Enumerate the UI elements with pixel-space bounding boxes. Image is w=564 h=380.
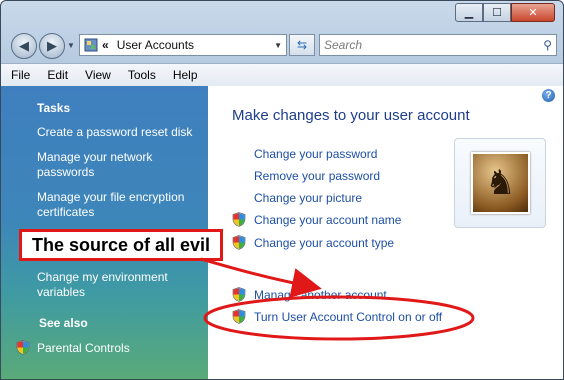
refresh-icon: ⇆ xyxy=(296,38,308,52)
page-title: Make changes to your user account xyxy=(232,107,470,124)
refresh-button[interactable]: ⇆ xyxy=(289,34,315,56)
tasks-heading: Tasks xyxy=(37,101,71,115)
address-dropdown-icon[interactable]: ▼ xyxy=(274,41,282,50)
uac-shield-icon xyxy=(232,287,246,302)
task-link-encryption-certificates[interactable]: Manage your file encryption certificates xyxy=(37,190,197,220)
action-remove-password[interactable]: Remove your password xyxy=(254,169,380,183)
task-link-environment-variables[interactable]: Change my environment variables xyxy=(37,270,197,300)
caption-buttons: ▁ ☐ ✕ xyxy=(455,3,555,22)
shield-icon xyxy=(16,340,30,358)
menu-view[interactable]: View xyxy=(78,68,118,82)
menu-file[interactable]: File xyxy=(4,68,37,82)
forward-button[interactable]: ▶ xyxy=(39,33,65,59)
action-change-account-name[interactable]: Change your account name xyxy=(254,213,401,227)
see-also-parental-controls[interactable]: Parental Controls xyxy=(37,341,197,356)
search-input[interactable]: Search ⚲ xyxy=(319,34,557,56)
menu-bar: File Edit View Tools Help xyxy=(1,63,563,87)
annotation-callout: The source of all evil xyxy=(19,229,223,261)
task-link-password-reset-disk[interactable]: Create a password reset disk xyxy=(37,125,197,140)
main-content: ? Make changes to your user account Chan… xyxy=(208,86,563,379)
task-link-network-passwords[interactable]: Manage your network passwords xyxy=(37,150,197,180)
uac-shield-icon xyxy=(232,212,246,227)
search-icon[interactable]: ⚲ xyxy=(543,38,552,52)
chess-pieces-icon[interactable]: ♞ xyxy=(471,152,530,214)
forward-arrow-icon: ▶ xyxy=(47,38,57,53)
address-bar[interactable]: « User Accounts ▼ xyxy=(79,34,287,56)
action-change-password[interactable]: Change your password xyxy=(254,147,377,161)
action-turn-uac-on-off[interactable]: Turn User Account Control on or off xyxy=(254,310,442,324)
uac-shield-icon xyxy=(232,309,246,324)
action-change-picture[interactable]: Change your picture xyxy=(254,191,362,205)
account-picture-frame: ♞ xyxy=(454,138,546,228)
back-button[interactable]: ◀ xyxy=(11,33,37,59)
menu-help[interactable]: Help xyxy=(166,68,205,82)
help-icon[interactable]: ? xyxy=(542,89,555,102)
user-accounts-window: ▁ ☐ ✕ ◀ ▶ ▼ « User Accounts ▼ ⇆ Search ⚲… xyxy=(0,0,564,380)
action-change-account-type[interactable]: Change your account type xyxy=(254,236,394,250)
control-panel-icon xyxy=(84,38,98,52)
close-icon[interactable]: ✕ xyxy=(511,3,555,22)
maximize-icon[interactable]: ☐ xyxy=(483,3,511,22)
search-placeholder: Search xyxy=(324,38,363,52)
action-manage-another-account[interactable]: Manage another account xyxy=(254,288,387,302)
minimize-icon[interactable]: ▁ xyxy=(455,3,483,22)
uac-shield-icon xyxy=(232,235,246,250)
back-arrow-icon: ◀ xyxy=(19,38,29,53)
recent-pages-dropdown-icon[interactable]: ▼ xyxy=(67,41,75,50)
menu-tools[interactable]: Tools xyxy=(121,68,163,82)
breadcrumb-location[interactable]: User Accounts xyxy=(117,38,194,52)
menu-edit[interactable]: Edit xyxy=(40,68,75,82)
breadcrumb-chevron[interactable]: « xyxy=(102,38,109,52)
see-also-heading: See also xyxy=(39,316,88,330)
